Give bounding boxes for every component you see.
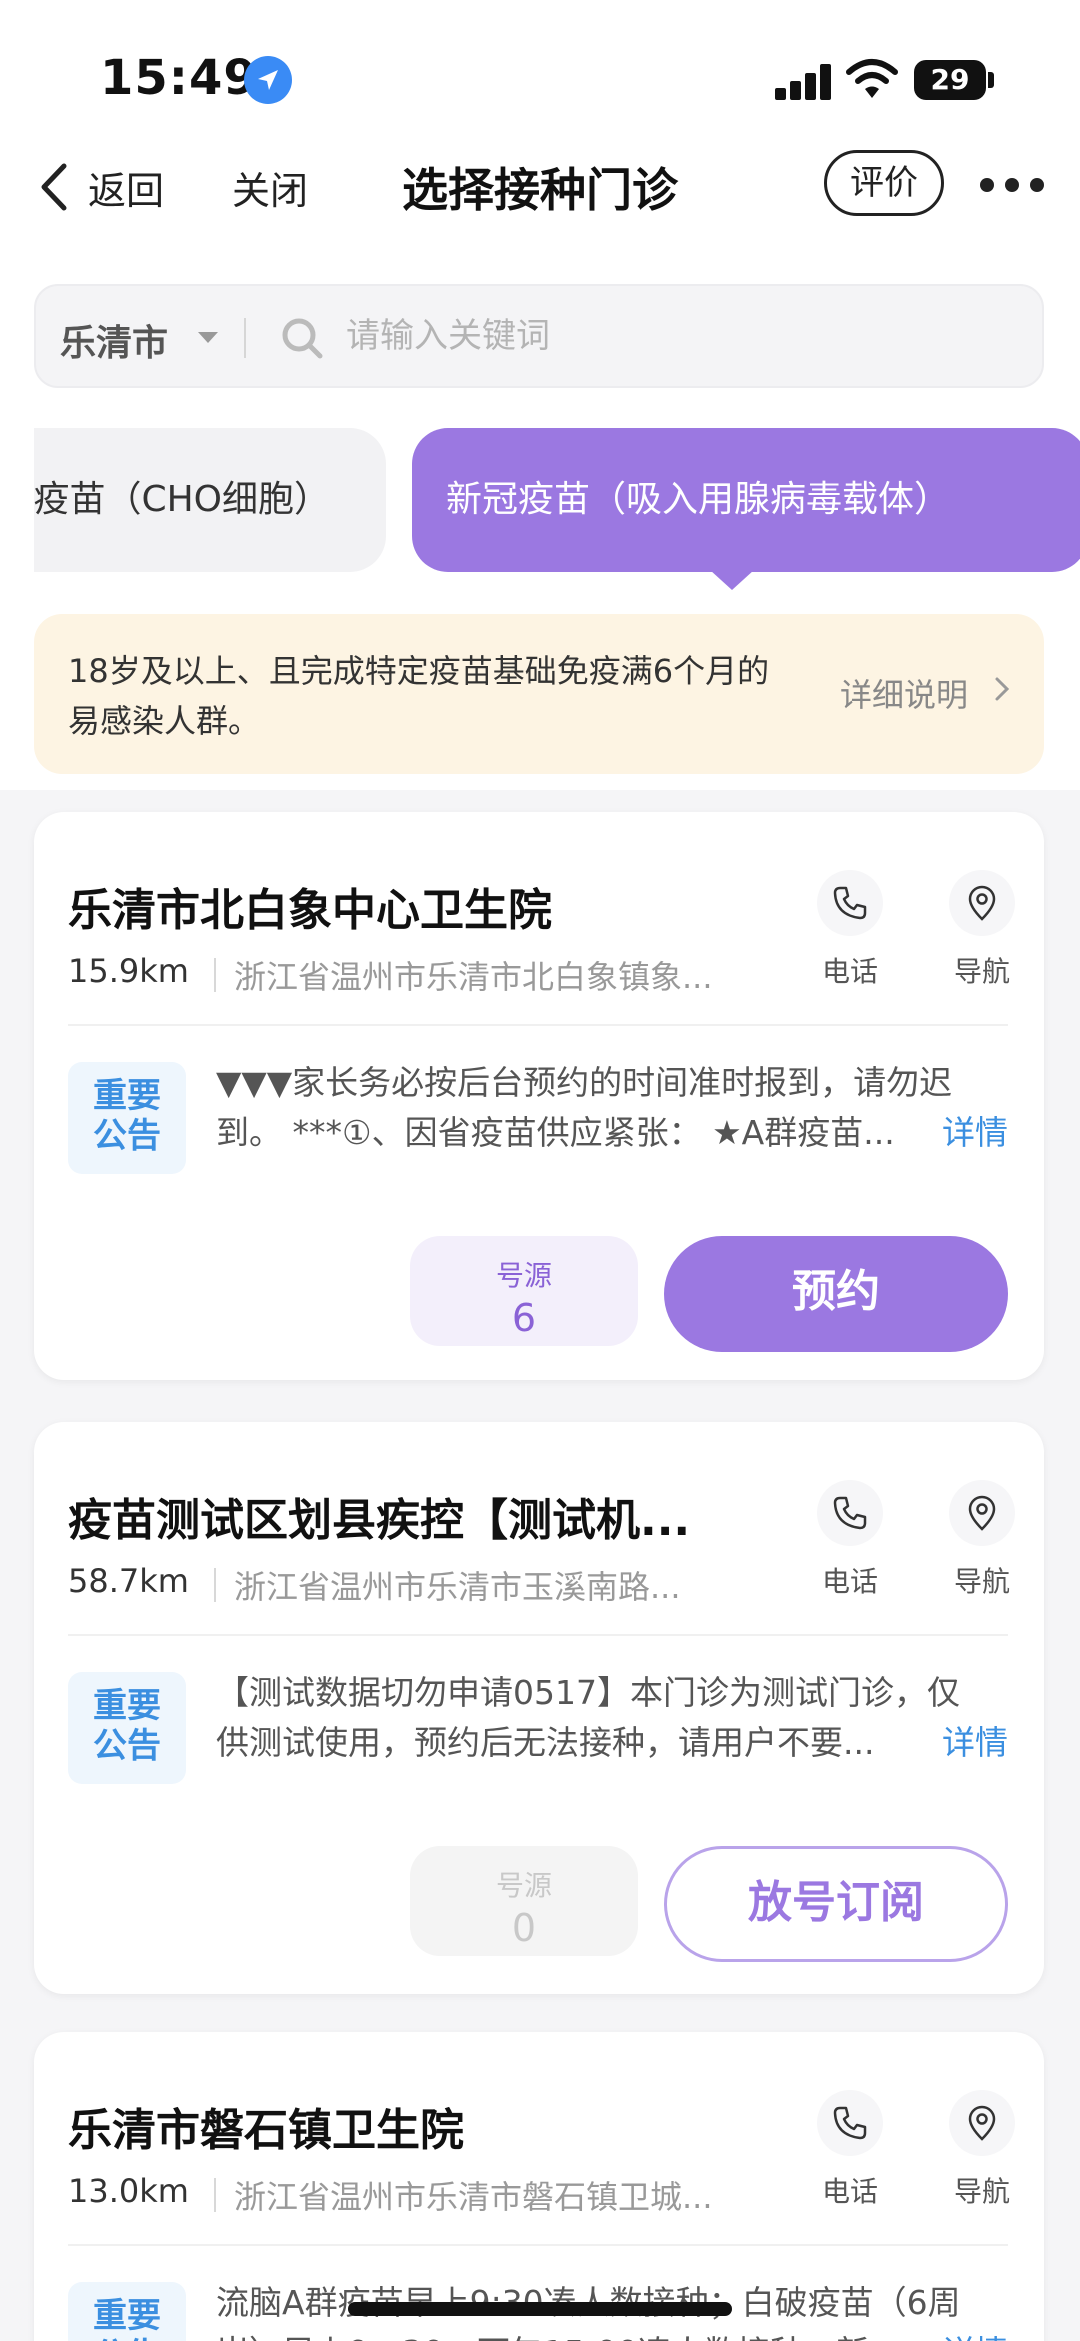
eligibility-notice: 18岁及以上、且完成特定疫苗基础免疫满6个月的易感染人群。 详细说明 <box>34 614 1044 774</box>
location-arrow-icon <box>244 56 292 104</box>
clinic-address: 浙江省温州市乐清市北白象镇象... <box>234 958 713 996</box>
clinic-address: 浙江省温州市乐清市玉溪南路... <box>234 1568 681 1606</box>
announcement-line: ▼▼▼家长务必按后台预约的时间准时报到，请勿迟 <box>216 1063 953 1102</box>
home-indicator[interactable] <box>348 2302 732 2316</box>
important-announcement-badge: 重要 公告 <box>68 1062 186 1174</box>
divider <box>214 2178 216 2212</box>
badge-line: 公告 <box>93 1116 161 1156</box>
chevron-right-icon[interactable] <box>994 676 1010 702</box>
search-input[interactable] <box>346 310 1006 362</box>
tab-vaccine-inhaled[interactable]: 新冠疫苗（吸入用腺病毒载体） <box>412 428 1080 572</box>
location-pin-icon <box>949 870 1015 936</box>
slot-count: 号源 6 <box>410 1236 638 1346</box>
divider <box>68 1024 1008 1026</box>
clinic-distance: 58.7km <box>68 1562 189 1600</box>
book-button[interactable]: 预约 <box>664 1236 1008 1352</box>
badge-line: 公告 <box>93 1726 161 1766</box>
navigate-button[interactable]: 导航 <box>942 2090 1022 2210</box>
announcement-line-2: 到。 ***①、因省疫苗供应紧张： ★A群疫苗... 详情 <box>216 1108 1008 1158</box>
badge-line: 重要 <box>93 1076 161 1116</box>
location-pin-icon <box>949 2090 1015 2156</box>
status-time: 15:49 <box>100 50 258 106</box>
clinic-card[interactable]: 乐清市磐石镇卫生院 13.0km 浙江省温州市乐清市磐石镇卫城... 电话 导航… <box>34 2032 1044 2341</box>
clinic-card[interactable]: 乐清市北白象中心卫生院 15.9km 浙江省温州市乐清市北白象镇象... 电话 … <box>34 812 1044 1380</box>
divider <box>68 2244 1008 2246</box>
battery-icon: 29 <box>914 60 986 100</box>
badge-line: 重要 <box>93 1686 161 1726</box>
divider <box>214 958 216 992</box>
details-link[interactable]: 详细说明 <box>840 670 968 716</box>
city-selector[interactable]: 乐清市 <box>60 314 168 366</box>
navigate-button[interactable]: 导航 <box>942 870 1022 990</box>
slot-count-label: 号源 <box>495 1259 552 1292</box>
search-icon <box>282 318 323 359</box>
notice-text: 18岁及以上、且完成特定疫苗基础免疫满6个月的易感染人群。 <box>68 652 770 740</box>
navigate-label: 导航 <box>953 2175 1010 2208</box>
vaccine-tabs: 疫苗（CHO细胞） 新冠疫苗（吸入用腺病毒载体） <box>34 428 1080 588</box>
phone-button[interactable]: 电话 <box>810 1480 890 1600</box>
cellular-signal-icon <box>775 64 833 100</box>
rate-button[interactable]: 评价 <box>824 150 944 216</box>
announcement: ▼▼▼家长务必按后台预约的时间准时报到，请勿迟 到。 ***①、因省疫苗供应紧张… <box>216 1058 1008 1158</box>
slot-count-label: 号源 <box>495 1869 552 1902</box>
divider <box>244 318 246 358</box>
active-tab-pointer <box>710 570 754 590</box>
caret-down-icon[interactable] <box>198 332 218 343</box>
announcement-line: 岁）早上9：30，下午15:00凑人数接种，新... <box>216 2328 924 2341</box>
phone-button[interactable]: 电话 <box>810 870 890 990</box>
status-bar: 15:49 29 <box>0 0 1080 150</box>
phone-icon <box>817 870 883 936</box>
wifi-icon <box>846 59 898 98</box>
phone-label: 电话 <box>821 955 878 988</box>
announcement-details-link[interactable]: 详情 <box>942 1718 1008 1768</box>
clinic-name[interactable]: 乐清市磐石镇卫生院 <box>68 2094 464 2158</box>
navigate-button[interactable]: 导航 <box>942 1480 1022 1600</box>
nav-bar: 返回 关闭 选择接种门诊 评价 <box>0 140 1080 230</box>
important-announcement-badge: 重要 公告 <box>68 1672 186 1784</box>
location-pin-icon <box>949 1480 1015 1546</box>
navigate-label: 导航 <box>953 1565 1010 1598</box>
phone-icon <box>817 1480 883 1546</box>
announcement: 【测试数据切勿申请0517】本门诊为测试门诊，仅 供测试使用，预约后无法接种，请… <box>216 1668 1008 1768</box>
navigate-label: 导航 <box>953 955 1010 988</box>
phone-label: 电话 <box>821 2175 878 2208</box>
clinic-distance: 13.0km <box>68 2172 189 2210</box>
slot-count-value: 0 <box>511 1906 537 1950</box>
phone-label: 电话 <box>821 1565 878 1598</box>
slot-count-value: 6 <box>511 1296 537 1340</box>
slot-count: 号源 0 <box>410 1846 638 1956</box>
divider <box>214 1568 216 1602</box>
more-icon[interactable] <box>980 178 1044 192</box>
badge-line: 公告 <box>68 2336 186 2341</box>
phone-icon <box>817 2090 883 2156</box>
subscribe-button[interactable]: 放号订阅 <box>664 1846 1008 1962</box>
announcement-line-2: 岁）早上9：30，下午15:00凑人数接种，新... 详情 <box>216 2328 1008 2341</box>
clinic-name[interactable]: 疫苗测试区划县疾控【测试机... <box>68 1484 690 1548</box>
tab-vaccine-cho[interactable]: 疫苗（CHO细胞） <box>34 428 386 572</box>
search-bar: 乐清市 <box>34 284 1044 388</box>
important-announcement-badge: 重要 公告 <box>68 2282 186 2341</box>
badge-line: 重要 <box>93 2296 161 2336</box>
announcement-line: 【测试数据切勿申请0517】本门诊为测试门诊，仅 <box>216 1673 960 1712</box>
clinic-name[interactable]: 乐清市北白象中心卫生院 <box>68 874 552 938</box>
divider <box>68 1634 1008 1636</box>
announcement-line-2: 供测试使用，预约后无法接种，请用户不要... 详情 <box>216 1718 1008 1768</box>
clinic-distance: 15.9km <box>68 952 189 990</box>
phone-button[interactable]: 电话 <box>810 2090 890 2210</box>
announcement-details-link[interactable]: 详情 <box>942 1108 1008 1158</box>
clinic-card[interactable]: 疫苗测试区划县疾控【测试机... 58.7km 浙江省温州市乐清市玉溪南路...… <box>34 1422 1044 1994</box>
battery-tip <box>988 72 994 88</box>
announcement-details-link[interactable]: 详情 <box>942 2328 1008 2341</box>
announcement-line: 供测试使用，预约后无法接种，请用户不要... <box>216 1723 875 1762</box>
clinic-address: 浙江省温州市乐清市磐石镇卫城... <box>234 2178 713 2216</box>
announcement-line: 到。 ***①、因省疫苗供应紧张： ★A群疫苗... <box>216 1113 895 1152</box>
